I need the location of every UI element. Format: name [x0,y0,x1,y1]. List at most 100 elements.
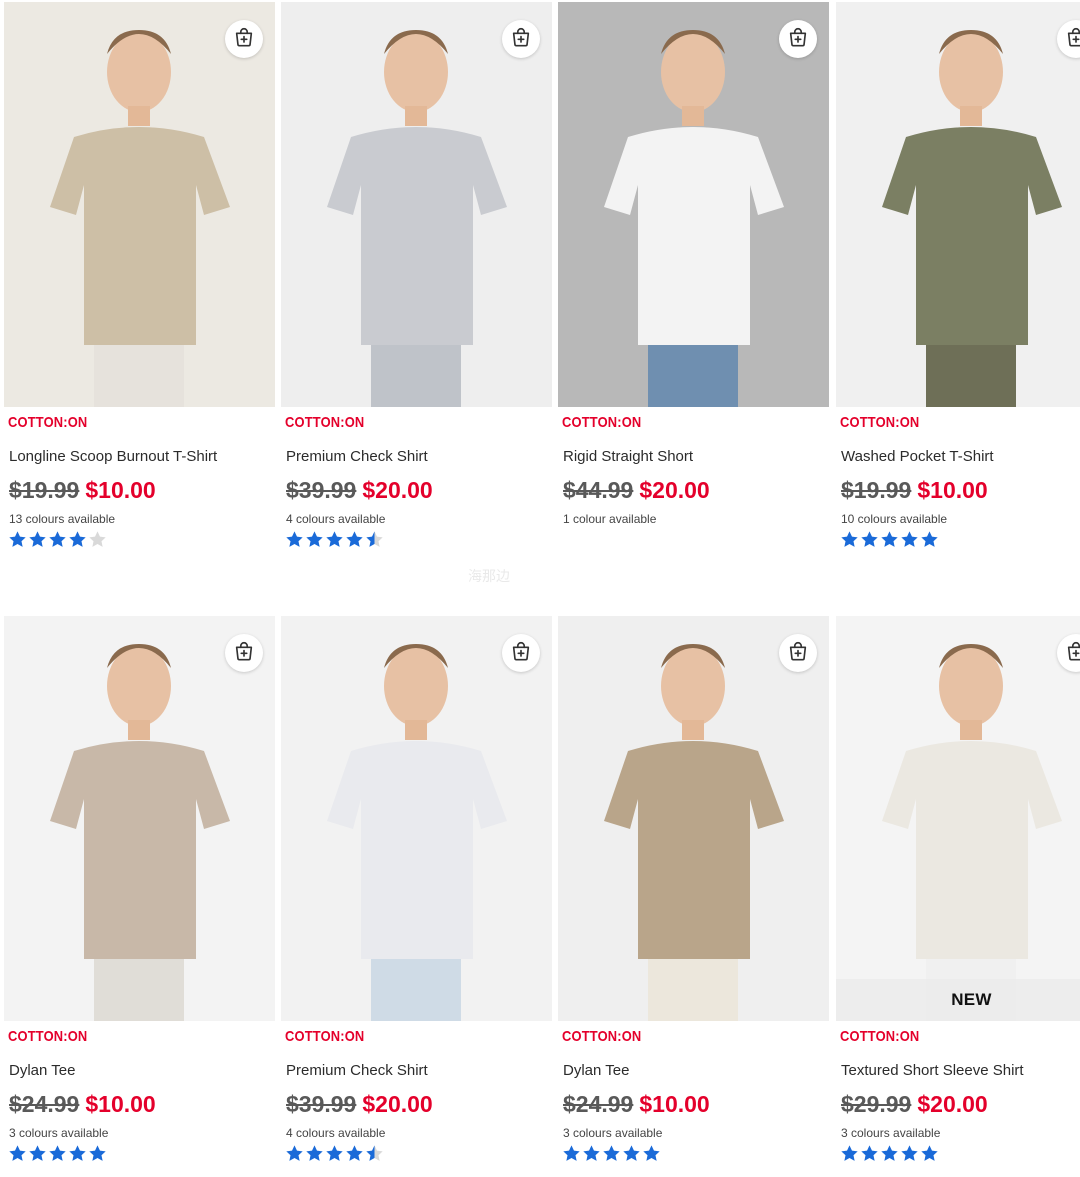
price: $24.99 $10.00 [9,1091,156,1118]
add-to-bag-button[interactable] [502,20,540,58]
price: $24.99 $10.00 [563,1091,710,1118]
product-name[interactable]: Longline Scoop Burnout T-Shirt [9,448,217,465]
star-rating [840,530,939,550]
star-icon [365,1144,384,1164]
was-price: $44.99 [563,477,634,503]
colours-available: 1 colour available [563,512,657,526]
star-icon [622,1144,641,1164]
colours-available: 3 colours available [9,1126,109,1140]
star-icon [582,1144,601,1164]
star-icon [860,1144,879,1164]
sale-price: $10.00 [85,477,156,503]
product-image[interactable] [836,616,1080,1021]
product-image[interactable] [281,616,552,1021]
was-price: $24.99 [563,1091,634,1117]
star-icon [305,1144,324,1164]
add-to-bag-icon [1065,640,1080,667]
star-icon [345,530,364,550]
star-icon [88,530,107,550]
was-price: $19.99 [841,477,912,503]
brand-logo: COTTON:ON [285,414,365,431]
add-to-bag-button[interactable] [779,20,817,58]
brand-logo: COTTON:ON [562,1028,642,1045]
star-icon [900,1144,919,1164]
add-to-bag-icon [233,640,255,667]
star-icon [8,530,27,550]
star-rating [8,1144,107,1164]
price: $39.99 $20.00 [286,477,433,504]
star-icon [920,530,939,550]
star-icon [840,530,859,550]
add-to-bag-icon [233,26,255,53]
add-to-bag-icon [1065,26,1080,53]
product-card[interactable]: COTTON:ON Dylan Tee $24.99 $10.00 3 colours … [558,616,829,1176]
product-name[interactable]: Premium Check Shirt [286,448,428,465]
sale-price: $10.00 [917,477,988,503]
star-icon [365,530,384,550]
product-card[interactable]: COTTON:ON Rigid Straight Short $44.99 $20.0… [558,2,829,562]
colours-available: 13 colours available [9,512,116,526]
product-name[interactable]: Washed Pocket T-Shirt [841,448,994,465]
product-name[interactable]: Premium Check Shirt [286,1062,428,1079]
star-icon [285,530,304,550]
sale-price: $20.00 [362,477,433,503]
product-card[interactable]: NEW COTTON:ON Textured Short Sleeve Shirt $… [836,616,1080,1176]
was-price: $29.99 [841,1091,912,1117]
product-card[interactable]: COTTON:ON Dylan Tee $24.99 $10.00 3 colours … [4,616,275,1176]
star-icon [325,1144,344,1164]
new-badge: NEW [836,979,1080,1021]
product-image[interactable] [4,616,275,1021]
product-image[interactable] [836,2,1080,407]
brand-logo: COTTON:ON [840,414,920,431]
colours-available: 3 colours available [841,1126,941,1140]
star-rating [8,530,107,550]
product-name[interactable]: Dylan Tee [9,1062,75,1079]
add-to-bag-button[interactable] [779,634,817,672]
product-card[interactable]: COTTON:ON Longline Scoop Burnout T-Shirt $… [4,2,275,562]
product-name[interactable]: Dylan Tee [563,1062,629,1079]
product-card[interactable]: COTTON:ON Premium Check Shirt $39.99 $20.00… [281,616,552,1176]
product-image[interactable] [558,616,829,1021]
star-icon [68,1144,87,1164]
sale-price: $10.00 [85,1091,156,1117]
star-icon [325,530,344,550]
star-icon [840,1144,859,1164]
product-image[interactable] [4,2,275,407]
was-price: $39.99 [286,477,357,503]
star-icon [642,1144,661,1164]
star-rating [840,1144,939,1164]
was-price: $19.99 [9,477,80,503]
price: $39.99 $20.00 [286,1091,433,1118]
star-icon [562,1144,581,1164]
star-icon [880,1144,899,1164]
price: $29.99 $20.00 [841,1091,988,1118]
star-icon [880,530,899,550]
add-to-bag-button[interactable] [225,634,263,672]
sale-price: $20.00 [639,477,710,503]
add-to-bag-icon [787,26,809,53]
product-image[interactable] [558,2,829,407]
product-card[interactable]: COTTON:ON Premium Check Shirt $39.99 $20.00… [281,2,552,562]
star-rating [285,1144,384,1164]
star-icon [900,530,919,550]
add-to-bag-button[interactable] [225,20,263,58]
add-to-bag-icon [510,26,532,53]
colours-available: 4 colours available [286,512,386,526]
colours-available: 10 colours available [841,512,948,526]
product-name[interactable]: Textured Short Sleeve Shirt [841,1062,1024,1079]
was-price: $24.99 [9,1091,80,1117]
product-name[interactable]: Rigid Straight Short [563,448,693,465]
star-icon [88,1144,107,1164]
sale-price: $20.00 [917,1091,988,1117]
star-icon [28,530,47,550]
product-card[interactable]: COTTON:ON Washed Pocket T-Shirt $19.99 $10.… [836,2,1080,562]
price: $19.99 $10.00 [841,477,988,504]
sale-price: $10.00 [639,1091,710,1117]
product-image[interactable] [281,2,552,407]
star-rating [562,1144,661,1164]
was-price: $39.99 [286,1091,357,1117]
star-rating [285,530,384,550]
add-to-bag-button[interactable] [502,634,540,672]
star-icon [602,1144,621,1164]
star-icon [48,530,67,550]
